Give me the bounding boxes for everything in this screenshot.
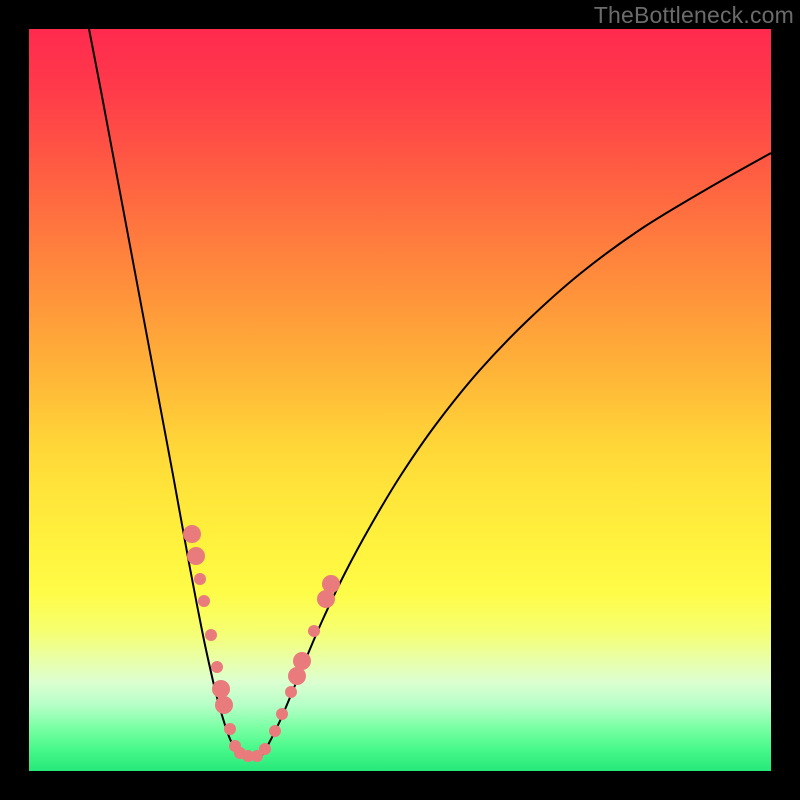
curve-marker [224, 723, 236, 735]
curve-marker [259, 743, 271, 755]
curve-marker [212, 680, 230, 698]
curve-markers [183, 525, 340, 762]
curve-marker [194, 573, 206, 585]
curve-marker [205, 629, 217, 641]
bottleneck-curve-chart [29, 29, 771, 771]
curve-marker [211, 661, 223, 673]
curve-right-arm [250, 153, 771, 757]
curve-marker [322, 575, 340, 593]
curve-marker [183, 525, 201, 543]
curve-marker [308, 625, 320, 637]
curve-marker [293, 652, 311, 670]
curve-marker [187, 547, 205, 565]
curve-left-arm [89, 29, 250, 757]
curve-marker [215, 696, 233, 714]
curve-marker [285, 686, 297, 698]
curve-marker [276, 708, 288, 720]
plot-area [29, 29, 771, 771]
curve-marker [198, 595, 210, 607]
curve-marker [269, 725, 281, 737]
watermark-label: TheBottleneck.com [594, 2, 794, 29]
